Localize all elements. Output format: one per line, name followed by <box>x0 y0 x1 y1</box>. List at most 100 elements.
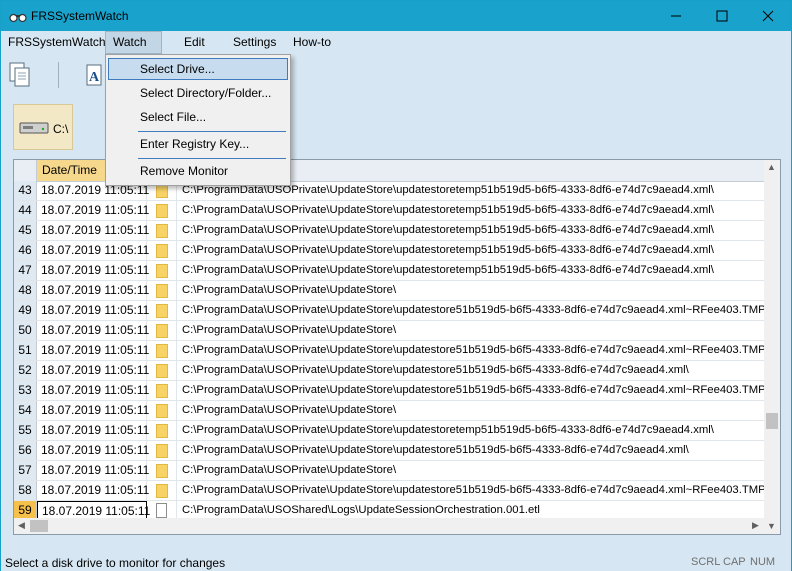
row-number[interactable]: 49 <box>14 301 37 320</box>
row-path[interactable]: C:\ProgramData\USOPrivate\UpdateStore\up… <box>182 421 714 440</box>
row-path[interactable]: C:\ProgramData\USOPrivate\UpdateStore\up… <box>182 241 714 260</box>
row-number[interactable]: 44 <box>14 201 37 220</box>
menu-howto[interactable]: How-to <box>286 31 338 54</box>
row-number[interactable]: 45 <box>14 221 37 240</box>
row-number[interactable]: 46 <box>14 241 37 260</box>
row-date[interactable]: 18.07.2019 11:05:11 <box>37 281 149 300</box>
table-row[interactable]: 54 18.07.2019 11:05:11 C:\ProgramData\USOP… <box>14 401 765 421</box>
row-path[interactable]: C:\ProgramData\USOPrivate\UpdateStore\ <box>182 461 396 480</box>
row-number[interactable]: 43 <box>14 181 37 200</box>
row-path[interactable]: C:\ProgramData\USOPrivate\UpdateStore\up… <box>182 361 689 380</box>
row-type[interactable] <box>147 341 177 360</box>
row-date[interactable]: 18.07.2019 11:05:11 <box>37 201 149 220</box>
horizontal-scrollbar[interactable]: ◀ ▶ <box>14 518 765 534</box>
table-row[interactable]: 58 18.07.2019 11:05:11 C:\ProgramData\USOP… <box>14 481 769 501</box>
row-path[interactable]: C:\ProgramData\USOPrivate\UpdateStore\up… <box>182 341 769 360</box>
row-date[interactable]: 18.07.2019 11:05:11 <box>37 341 149 360</box>
row-date[interactable]: 18.07.2019 11:05:11 <box>37 221 149 240</box>
row-path[interactable]: C:\ProgramData\USOPrivate\UpdateStore\up… <box>182 221 714 240</box>
table-row[interactable]: 55 18.07.2019 11:05:11 C:\ProgramData\USOP… <box>14 421 765 441</box>
row-date[interactable]: 18.07.2019 11:05:11 <box>37 261 149 280</box>
minimize-button[interactable] <box>653 1 699 31</box>
row-path[interactable]: C:\ProgramData\USOPrivate\UpdateStore\up… <box>182 201 714 220</box>
row-number[interactable]: 52 <box>14 361 37 380</box>
row-date[interactable]: 18.07.2019 11:05:11 <box>37 481 149 500</box>
menu-item-remove-monitor[interactable]: Remove Monitor <box>108 160 288 182</box>
row-path[interactable]: C:\ProgramData\USOPrivate\UpdateStore\up… <box>182 441 689 460</box>
row-number[interactable]: 51 <box>14 341 37 360</box>
row-type[interactable] <box>147 281 177 300</box>
row-number[interactable]: 48 <box>14 281 37 300</box>
row-path[interactable]: C:\ProgramData\USOPrivate\UpdateStore\ <box>182 321 396 340</box>
row-type[interactable] <box>147 441 177 460</box>
row-type[interactable] <box>147 421 177 440</box>
row-type[interactable] <box>147 401 177 420</box>
menu-item-registry-key[interactable]: Enter Registry Key... <box>108 133 288 155</box>
row-date[interactable]: 18.07.2019 11:05:11 <box>37 301 149 320</box>
scroll-up-icon[interactable]: ▲ <box>767 162 776 172</box>
maximize-button[interactable] <box>699 1 745 31</box>
table-row[interactable]: 50 18.07.2019 11:05:11 C:\ProgramData\USOP… <box>14 321 765 341</box>
drive-selector-button[interactable]: C:\ <box>13 104 73 150</box>
scroll-down-icon[interactable]: ▼ <box>767 521 776 531</box>
row-number[interactable]: 56 <box>14 441 37 460</box>
menu-watch[interactable]: Watch <box>105 31 162 54</box>
row-number[interactable]: 55 <box>14 421 37 440</box>
title-bar[interactable]: FRSSystemWatch <box>1 1 791 31</box>
row-number[interactable]: 53 <box>14 381 37 400</box>
event-grid[interactable]: Date/Time 43 18.07.2019 11:05:11 C:\Progra… <box>13 159 781 535</box>
row-type[interactable] <box>147 381 177 400</box>
row-type[interactable] <box>147 241 177 260</box>
row-date[interactable]: 18.07.2019 11:05:11 <box>37 381 149 400</box>
row-date[interactable]: 18.07.2019 11:05:11 <box>37 321 149 340</box>
grid-corner[interactable] <box>14 160 37 181</box>
row-number[interactable]: 47 <box>14 261 37 280</box>
vertical-scrollbar[interactable]: ▲ ▼ <box>764 160 780 534</box>
row-date[interactable]: 18.07.2019 11:05:11 <box>37 401 149 420</box>
row-type[interactable] <box>147 481 177 500</box>
row-type[interactable] <box>147 301 177 320</box>
menu-settings[interactable]: Settings <box>226 31 283 54</box>
row-number[interactable]: 57 <box>14 461 37 480</box>
row-number[interactable]: 54 <box>14 401 37 420</box>
table-row[interactable]: 45 18.07.2019 11:05:11 C:\ProgramData\USOP… <box>14 221 765 241</box>
row-type[interactable] <box>147 461 177 480</box>
copy-button[interactable] <box>3 58 37 92</box>
row-type[interactable] <box>147 221 177 240</box>
horizontal-scroll-thumb[interactable] <box>30 520 48 532</box>
row-path[interactable]: C:\ProgramData\USOPrivate\UpdateStore\up… <box>182 301 769 320</box>
menu-frssystemwatch[interactable]: FRSSystemWatch <box>1 31 113 54</box>
menu-item-select-drive[interactable]: Select Drive... <box>108 58 288 80</box>
row-number[interactable]: 58 <box>14 481 37 500</box>
table-row[interactable]: 49 18.07.2019 11:05:11 C:\ProgramData\USOP… <box>14 301 769 321</box>
close-button[interactable] <box>745 1 791 31</box>
table-row[interactable]: 46 18.07.2019 11:05:11 C:\ProgramData\USOP… <box>14 241 765 261</box>
table-row[interactable]: 48 18.07.2019 11:05:11 C:\ProgramData\USOP… <box>14 281 765 301</box>
row-date[interactable]: 18.07.2019 11:05:11 <box>37 241 149 260</box>
row-date[interactable]: 18.07.2019 11:05:11 <box>37 461 149 480</box>
table-row[interactable]: 52 18.07.2019 11:05:11 C:\ProgramData\USOP… <box>14 361 765 381</box>
row-path[interactable]: C:\ProgramData\USOPrivate\UpdateStore\up… <box>182 481 769 500</box>
table-row[interactable]: 51 18.07.2019 11:05:11 C:\ProgramData\USOP… <box>14 341 769 361</box>
row-date[interactable]: 18.07.2019 11:05:11 <box>37 421 149 440</box>
scroll-left-icon[interactable]: ◀ <box>18 520 25 531</box>
row-path[interactable]: C:\ProgramData\USOPrivate\UpdateStore\ <box>182 401 396 420</box>
row-path[interactable]: C:\ProgramData\USOPrivate\UpdateStore\up… <box>182 261 714 280</box>
vertical-scroll-thumb[interactable] <box>766 413 778 429</box>
row-date[interactable]: 18.07.2019 11:05:11 <box>37 441 149 460</box>
row-number[interactable]: 50 <box>14 321 37 340</box>
table-row[interactable]: 57 18.07.2019 11:05:11 C:\ProgramData\USOP… <box>14 461 765 481</box>
row-type[interactable] <box>147 201 177 220</box>
row-date[interactable]: 18.07.2019 11:05:11 <box>37 361 149 380</box>
table-row[interactable]: 56 18.07.2019 11:05:11 C:\ProgramData\USOP… <box>14 441 765 461</box>
menu-item-select-file[interactable]: Select File... <box>108 106 288 128</box>
row-type[interactable] <box>147 261 177 280</box>
table-row[interactable]: 53 18.07.2019 11:05:11 C:\ProgramData\USOP… <box>14 381 769 401</box>
menu-item-select-folder[interactable]: Select Directory/Folder... <box>108 82 288 104</box>
row-path[interactable]: C:\ProgramData\USOPrivate\UpdateStore\ <box>182 281 396 300</box>
row-path[interactable]: C:\ProgramData\USOPrivate\UpdateStore\up… <box>182 381 769 400</box>
scroll-right-icon[interactable]: ▶ <box>752 520 759 531</box>
row-type[interactable] <box>147 361 177 380</box>
table-row[interactable]: 44 18.07.2019 11:05:11 C:\ProgramData\USOP… <box>14 201 765 221</box>
row-type[interactable] <box>147 321 177 340</box>
